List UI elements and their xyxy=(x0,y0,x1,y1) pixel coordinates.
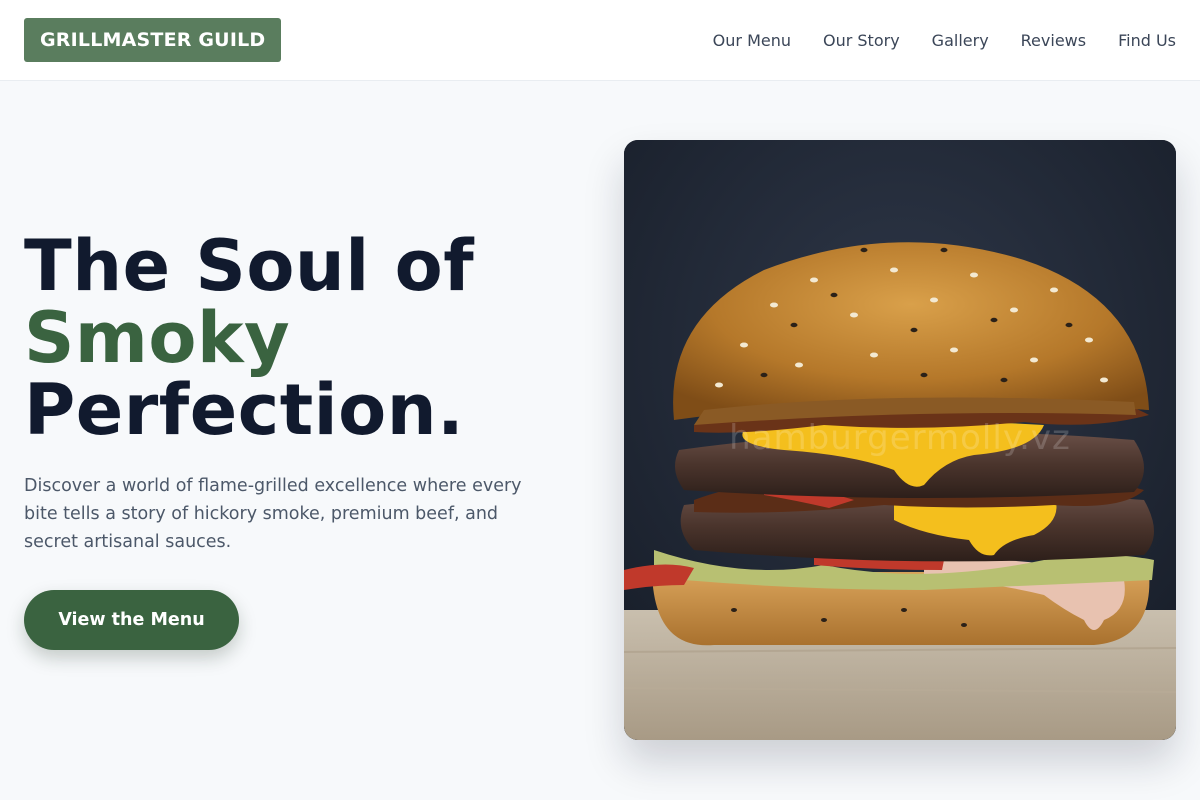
hero-headline: The Soul of Smoky Perfection. xyxy=(24,230,584,446)
nav-link-our-menu[interactable]: Our Menu xyxy=(713,31,791,50)
image-watermark: hamburgermolly.vz xyxy=(729,418,1071,458)
navbar: GRILLMASTER GUILD Our Menu Our Story Gal… xyxy=(0,0,1200,81)
headline-line-3: Perfection. xyxy=(24,369,465,451)
hero-description: Discover a world of flame-grilled excell… xyxy=(24,476,522,552)
hero-burger-image: hamburgermolly.vz xyxy=(624,140,1176,740)
nav-link-gallery[interactable]: Gallery xyxy=(932,31,989,50)
nav-link-find-us[interactable]: Find Us xyxy=(1118,31,1176,50)
view-menu-button[interactable]: View the Menu xyxy=(24,590,239,650)
nav-link-our-story[interactable]: Our Story xyxy=(823,31,900,50)
headline-accent: Smoky xyxy=(24,297,291,379)
headline-line-1: The Soul of xyxy=(24,225,475,307)
brand-logo[interactable]: GRILLMASTER GUILD xyxy=(24,18,282,62)
nav-links: Our Menu Our Story Gallery Reviews Find … xyxy=(681,31,1176,50)
hero-text: The Soul of Smoky Perfection. Discover a… xyxy=(24,230,584,650)
nav-link-reviews[interactable]: Reviews xyxy=(1021,31,1086,50)
